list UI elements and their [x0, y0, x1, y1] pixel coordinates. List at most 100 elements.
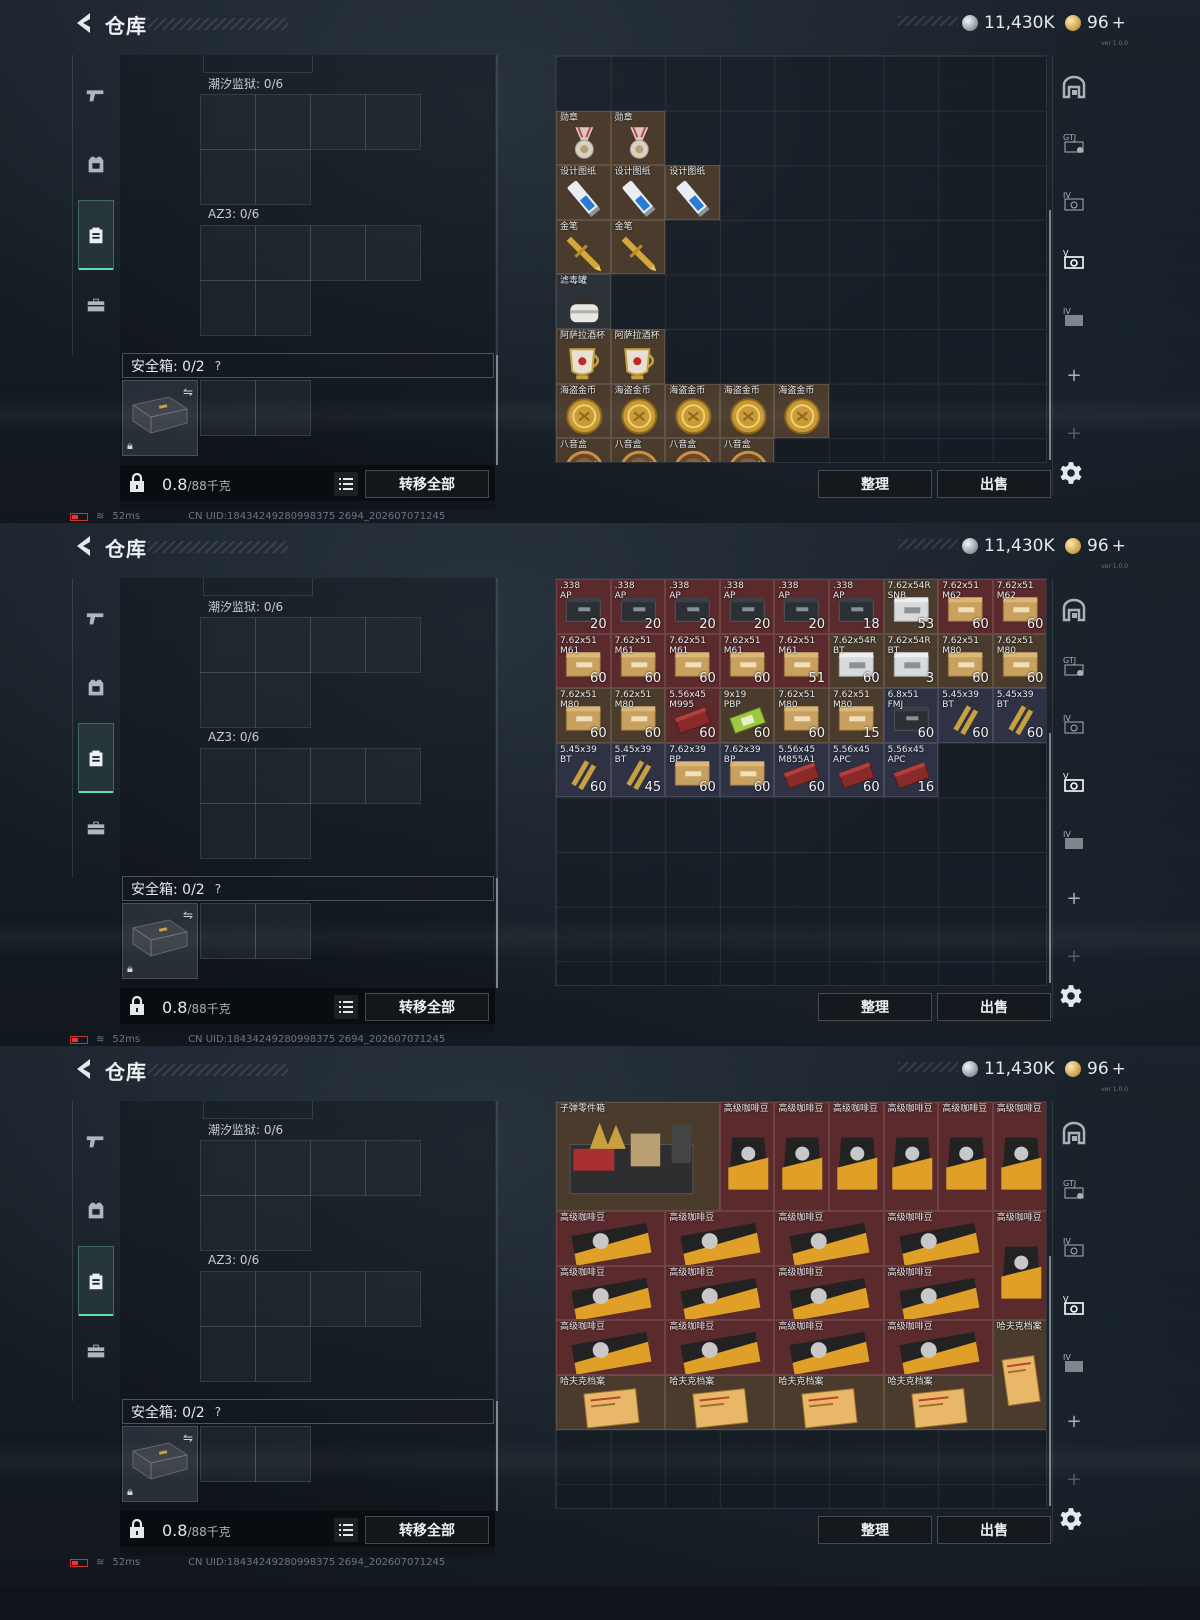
settings-gear-icon[interactable] [1058, 1506, 1084, 1532]
gold-currency[interactable]: 96 + [1065, 10, 1126, 36]
back-arrow-icon[interactable] [72, 10, 94, 36]
stash-item[interactable]: 高级咖啡豆 [556, 1320, 666, 1375]
stash-item[interactable]: 高级咖啡豆 [829, 1102, 884, 1212]
scroll-thumb[interactable] [496, 1401, 498, 1511]
backpack-slot[interactable] [255, 225, 311, 281]
stash-item[interactable]: 7.62x51 M80 15 [829, 688, 884, 743]
stash-page-iv-2[interactable]: IV [1057, 1343, 1091, 1383]
stash-page-iv-1[interactable]: IV [1057, 704, 1091, 744]
sell-button[interactable]: 出售 [937, 993, 1051, 1021]
stash-item[interactable]: 7.62x51 M61 60 [665, 633, 720, 689]
stash-item[interactable]: 子弹零件箱 [556, 1102, 720, 1212]
stash-item[interactable]: 5.56x45 M995 60 [665, 688, 720, 743]
backpack-slot[interactable] [255, 672, 311, 728]
stash-item[interactable]: 高级咖啡豆 [938, 1102, 993, 1212]
stash-page-v[interactable]: V [1057, 762, 1091, 802]
stash-item[interactable]: 高级咖啡豆 [883, 1265, 993, 1321]
backpack-slot[interactable] [255, 94, 311, 150]
safe-box-slot[interactable] [200, 1426, 256, 1482]
backpack-slot[interactable] [310, 1140, 366, 1196]
stash-page-iv-1[interactable]: IV [1057, 181, 1091, 221]
stash-item[interactable]: .338 AP 20 [610, 579, 666, 634]
stash-item[interactable]: 高级咖啡豆 [883, 1211, 993, 1266]
stash-item[interactable]: 海盗金币 [556, 383, 611, 439]
backpack-slot[interactable] [200, 1140, 256, 1196]
stash-item[interactable]: 7.62x51 M61 60 [719, 633, 775, 689]
stash-item[interactable]: 高级咖啡豆 [665, 1265, 775, 1321]
backpack-slot[interactable] [200, 672, 256, 728]
backpack-slot[interactable] [255, 1326, 311, 1382]
add-gold-button[interactable]: + [1112, 13, 1126, 33]
settings-gear-icon[interactable] [1058, 983, 1084, 1009]
add-gold-button[interactable]: + [1112, 536, 1126, 556]
backpack-scrollbar[interactable] [496, 1101, 498, 1511]
stash-item[interactable]: 7.62x51 M80 60 [610, 688, 666, 743]
stash-item[interactable]: 设计图纸 [556, 165, 611, 220]
add-page-button[interactable]: + [1057, 1401, 1091, 1441]
stash-item[interactable]: 海盗金币 [610, 383, 666, 439]
backpack-slot[interactable] [310, 225, 366, 281]
armor-tab[interactable] [78, 1176, 114, 1246]
backpack-slot[interactable] [255, 803, 311, 859]
stash-page-gtj[interactable]: GTJ [1057, 646, 1091, 686]
sort-button[interactable]: 整理 [818, 993, 932, 1021]
lock-icon[interactable] [126, 472, 148, 494]
stash-scrollbar[interactable] [1049, 210, 1051, 460]
stash-item[interactable]: 5.45x39 BT 60 [556, 742, 611, 798]
stash-item[interactable]: 高级咖啡豆 [883, 1320, 993, 1375]
backpack-slot[interactable] [200, 149, 256, 205]
backpack-slot[interactable] [255, 1140, 311, 1196]
backpack-slot[interactable] [365, 617, 421, 673]
stash-page-iv-2[interactable]: IV [1057, 297, 1091, 337]
backpack-tab[interactable] [78, 200, 114, 270]
stash-item[interactable]: .338 AP 20 [719, 579, 775, 634]
stash-item[interactable]: 高级咖啡豆 [719, 1102, 775, 1212]
sell-button[interactable]: 出售 [937, 1516, 1051, 1544]
list-view-button[interactable] [334, 995, 358, 1019]
stash-item[interactable]: 7.62x51 M80 60 [938, 633, 993, 689]
stash-item[interactable]: 高级咖啡豆 [992, 1211, 1046, 1321]
safe-box-slot[interactable] [200, 903, 256, 959]
stash-page-iv-1[interactable]: IV [1057, 1227, 1091, 1267]
swap-icon[interactable]: ⇋ [183, 908, 193, 922]
backpack-slot[interactable] [200, 280, 256, 336]
transfer-all-button[interactable]: 转移全部 [365, 470, 489, 498]
sort-button[interactable]: 整理 [818, 1516, 932, 1544]
stash-item[interactable]: 哈夫克档案 [883, 1375, 993, 1430]
stash-item[interactable]: 7.62x54R BT 60 [829, 633, 884, 689]
gold-currency[interactable]: 96 + [1065, 1056, 1126, 1082]
safe-box-slot[interactable] [255, 380, 311, 436]
stash-item[interactable]: 5.45x39 BT 60 [938, 688, 993, 743]
armor-tab[interactable] [78, 130, 114, 200]
stash-item[interactable]: 高级咖啡豆 [774, 1102, 829, 1212]
help-icon[interactable]: ? [215, 359, 221, 373]
back-arrow-icon[interactable] [72, 533, 94, 559]
stash-item[interactable]: 7.62x51 M61 51 [774, 633, 829, 689]
backpack-slot[interactable] [255, 280, 311, 336]
backpack-slot[interactable] [200, 225, 256, 281]
stash-item[interactable]: 7.62x51 M62 60 [938, 579, 993, 634]
stash-item[interactable]: 6.8x51 FMJ 60 [883, 688, 939, 743]
case-tab[interactable] [78, 1316, 114, 1386]
swap-icon[interactable]: ⇋ [183, 1431, 193, 1445]
stash-item[interactable]: 5.45x39 BT 45 [610, 742, 666, 798]
stash-item[interactable]: 7.62x51 M61 60 [556, 633, 611, 689]
lock-icon[interactable] [126, 1518, 148, 1540]
stash-item[interactable]: 八音盒 [665, 438, 720, 462]
stash-item[interactable]: .338 AP 20 [665, 579, 720, 634]
transfer-all-button[interactable]: 转移全部 [365, 993, 489, 1021]
stash-page-iv-2[interactable]: IV [1057, 820, 1091, 860]
stash-item[interactable]: 哈夫克档案 [992, 1320, 1046, 1430]
stash-item[interactable]: 7.62x54R SNB 53 [883, 579, 939, 634]
safe-box-slot[interactable] [255, 1426, 311, 1482]
stash-item[interactable]: 5.56x45 M855A1 60 [774, 742, 829, 798]
backpack-slot[interactable] [200, 803, 256, 859]
case-tab[interactable] [78, 270, 114, 340]
stash-item[interactable]: 八音盒 [610, 438, 666, 462]
stash-item[interactable]: 八音盒 [719, 438, 775, 462]
backpack-slot[interactable] [200, 1271, 256, 1327]
backpack-slot[interactable] [365, 225, 421, 281]
backpack-slot[interactable] [200, 617, 256, 673]
stash-page-main[interactable] [1057, 67, 1091, 107]
backpack-slot[interactable] [310, 748, 366, 804]
